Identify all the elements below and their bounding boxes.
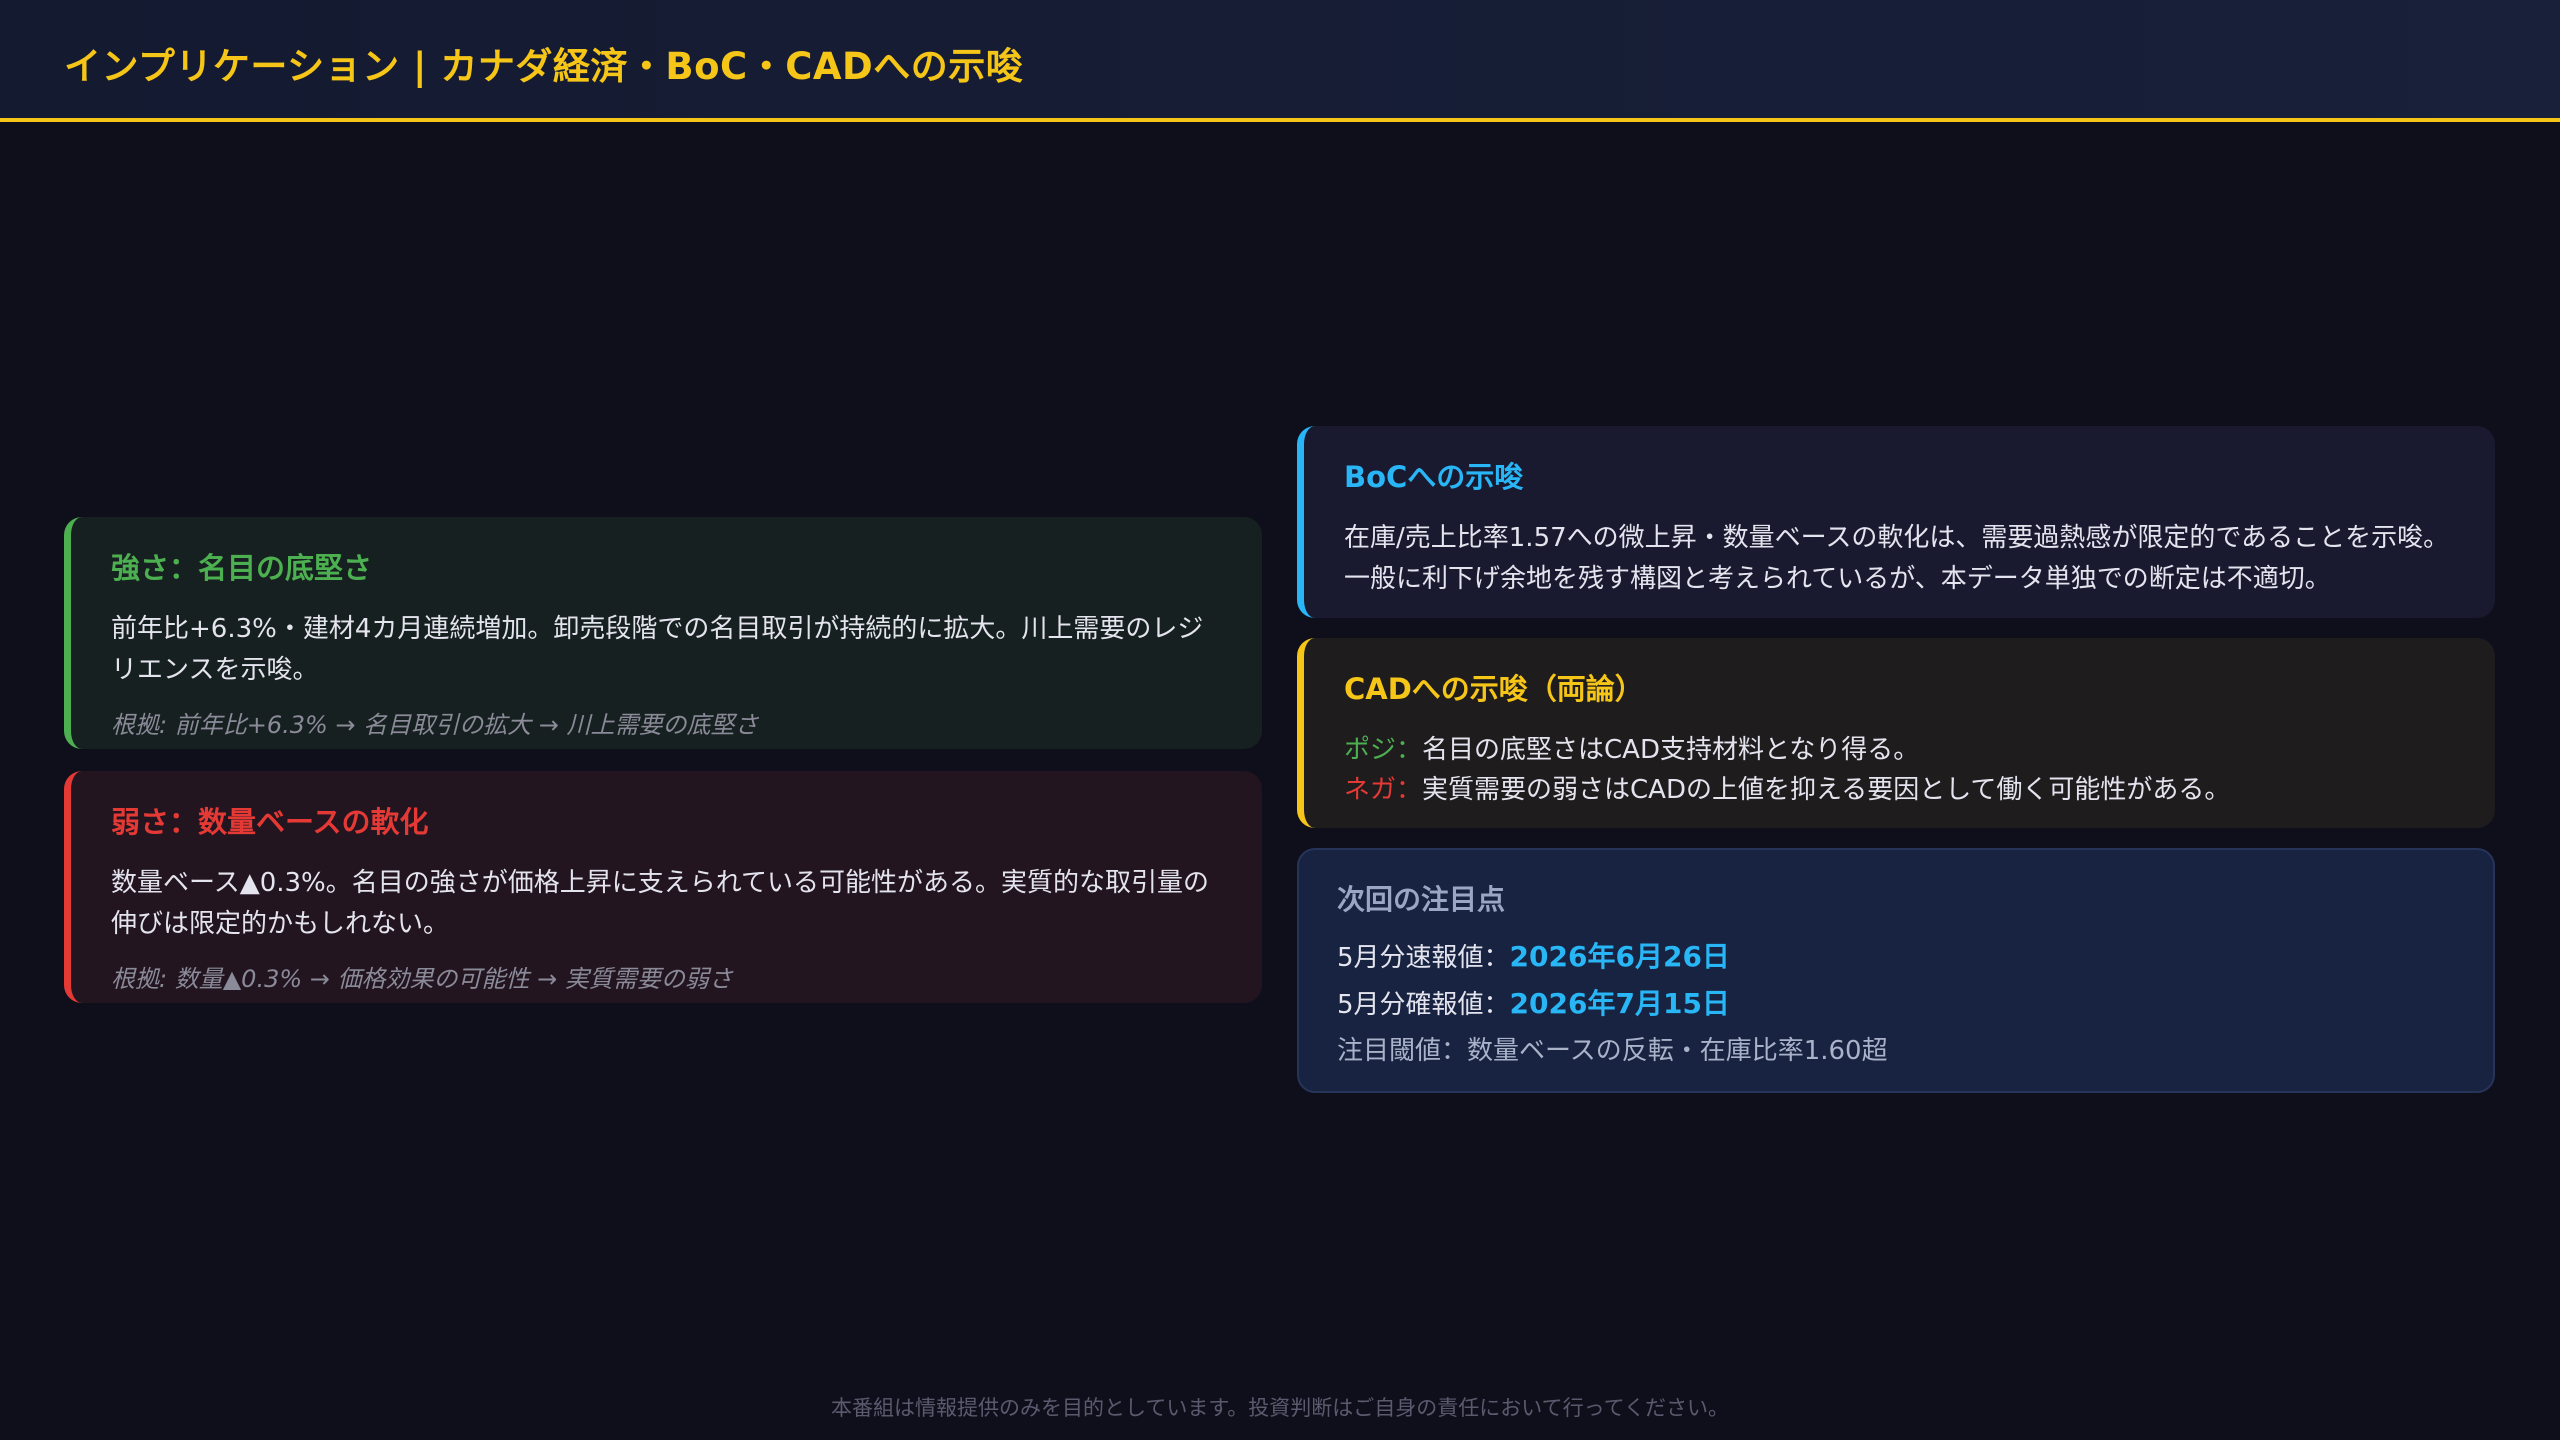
strength-title: 強さ：名目の底堅さ bbox=[111, 551, 373, 585]
disclaimer-footer: 本番組は情報提供のみを目的としています。投資判断はご自身の責任において行ってくだ… bbox=[831, 1396, 1729, 1420]
strength-body: 前年比+6.3%・建材4カ月連続増加。卸売段階での名目取引が持続的に拡大。川上需… bbox=[111, 614, 1204, 685]
threshold-note: 注目閾値：数量ベースの反転・在庫比率1.60超 bbox=[1337, 1036, 1888, 1066]
cad-positive-line: ポジ：名目の底堅さはCAD支持材料となり得る。 bbox=[1344, 730, 2455, 770]
cad-negative-text: 実質需要の弱さはCADの上値を抑える要因として働く可能性がある。 bbox=[1422, 775, 2231, 805]
cad-title: CADへの示唆（両論） bbox=[1344, 672, 1644, 706]
weakness-evidence: 根拠: 数量▲0.3% → 価格効果の可能性 → 実質需要の弱さ bbox=[111, 965, 733, 993]
cad-card: CADへの示唆（両論） ポジ：名目の底堅さはCAD支持材料となり得る。 ネガ：実… bbox=[1297, 638, 2495, 828]
strength-card: 強さ：名目の底堅さ 前年比+6.3%・建材4カ月連続増加。卸売段階での名目取引が… bbox=[64, 517, 1262, 749]
final-release-row: 5月分確報値：2026年7月15日 bbox=[1337, 981, 2457, 1028]
boc-body: 在庫/売上比率1.57への微上昇・数量ベースの軟化は、需要過熱感が限定的であるこ… bbox=[1344, 523, 2450, 594]
header-bar: インプリケーション | カナダ経済・BoC・CADへの示唆 bbox=[0, 0, 2560, 122]
final-release-date: 2026年7月15日 bbox=[1509, 987, 1730, 1020]
weakness-card: 弱さ：数量ベースの軟化 数量ベース▲0.3%。名目の強さが価格上昇に支えられてい… bbox=[64, 771, 1262, 1003]
weakness-body: 数量ベース▲0.3%。名目の強さが価格上昇に支えられている可能性がある。実質的な… bbox=[111, 868, 1209, 939]
cad-negative-line: ネガ：実質需要の弱さはCADの上値を抑える要因として働く可能性がある。 bbox=[1344, 770, 2455, 810]
strength-evidence: 根拠: 前年比+6.3% → 名目取引の拡大 → 川上需要の底堅さ bbox=[111, 711, 759, 739]
cad-negative-label: ネガ： bbox=[1344, 775, 1423, 805]
next-focus-title: 次回の注目点 bbox=[1337, 883, 1506, 916]
next-focus-card: 次回の注目点 5月分速報値：2026年6月26日 5月分確報値：2026年7月1… bbox=[1297, 848, 2495, 1093]
cad-positive-label: ポジ： bbox=[1344, 735, 1423, 765]
boc-card: BoCへの示唆 在庫/売上比率1.57への微上昇・数量ベースの軟化は、需要過熱感… bbox=[1297, 426, 2495, 618]
prelim-release-row: 5月分速報値：2026年6月26日 bbox=[1337, 934, 2457, 981]
final-release-label: 5月分確報値： bbox=[1337, 990, 1510, 1020]
prelim-release-date: 2026年6月26日 bbox=[1509, 940, 1730, 973]
page-title: インプリケーション | カナダ経済・BoC・CADへの示唆 bbox=[64, 45, 1024, 88]
weakness-title: 弱さ：数量ベースの軟化 bbox=[111, 805, 429, 839]
boc-title: BoCへの示唆 bbox=[1344, 460, 1524, 494]
prelim-release-label: 5月分速報値： bbox=[1337, 943, 1510, 973]
cad-positive-text: 名目の底堅さはCAD支持材料となり得る。 bbox=[1422, 735, 1920, 765]
